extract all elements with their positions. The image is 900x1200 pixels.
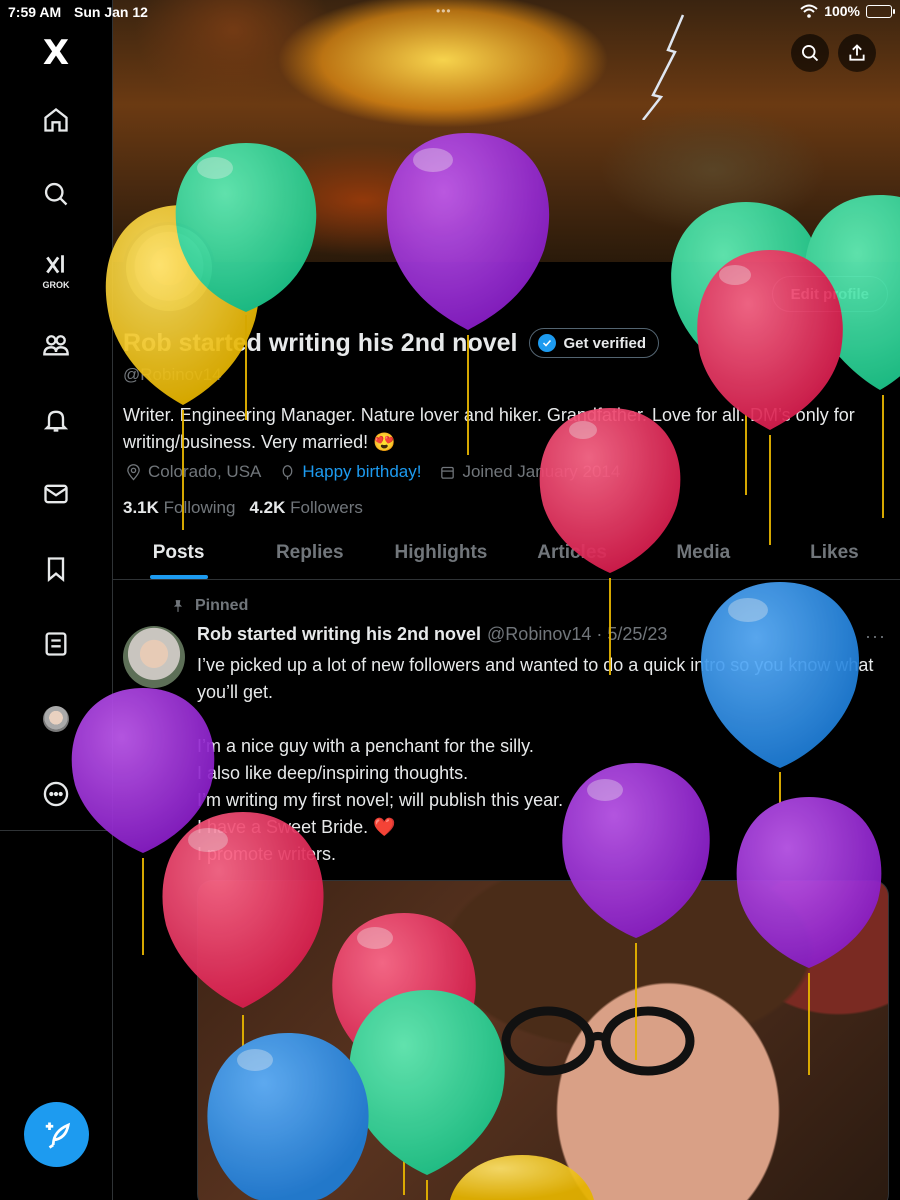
profile-avatar-icon [43, 706, 69, 732]
multitasking-dots[interactable]: ••• [436, 4, 452, 18]
post-header: Rob started writing his 2nd novel @Robin… [197, 624, 667, 645]
pinned-indicator: Pinned [171, 597, 248, 615]
profile-main: Edit profile Rob started writing his 2nd… [113, 0, 900, 1200]
post-line: I’m writing my first novel; will publish… [197, 790, 564, 810]
post-line: I also like deep/inspiring thoughts. [197, 763, 469, 783]
post-more-button[interactable]: ··· [865, 626, 886, 647]
battery-icon [866, 4, 895, 18]
follow-stats: 3.1K Following 4.2K Followers [123, 498, 363, 518]
profile-tabs: Posts Replies Highlights Articles Media … [113, 528, 900, 580]
compose-button[interactable] [24, 1102, 89, 1167]
banner-search-button[interactable] [791, 34, 829, 72]
profile-handle: @Robinov14 [123, 365, 222, 384]
following-link[interactable]: 3.1K Following [123, 498, 235, 518]
status-right: 100% [800, 3, 895, 19]
sidebar-item-bookmarks[interactable] [31, 544, 81, 594]
notifications-icon [43, 410, 69, 432]
sidebar-item-home[interactable] [31, 95, 81, 145]
location-icon [127, 463, 140, 481]
tab-likes[interactable]: Likes [769, 528, 900, 579]
post-line [197, 706, 877, 733]
sidebar-divider [0, 830, 113, 831]
post-media-image[interactable] [197, 880, 889, 1200]
lightning-bolt [642, 14, 685, 120]
tab-posts[interactable]: Posts [113, 528, 244, 579]
post-text: I’ve picked up a lot of new followers an… [197, 652, 877, 868]
location: Colorado, USA [125, 462, 261, 482]
post-line: I’m a nice guy with a penchant for the s… [197, 736, 534, 756]
post-line: I’ve picked up a lot of new followers an… [197, 655, 874, 702]
tab-replies[interactable]: Replies [244, 528, 375, 579]
more-icon [43, 781, 69, 807]
home-icon [44, 108, 68, 132]
profile-avatar[interactable] [123, 222, 215, 314]
share-icon [849, 44, 865, 61]
search-icon [802, 45, 819, 62]
calendar-icon [441, 466, 455, 479]
lists-icon [45, 632, 67, 656]
sidebar: X GROK [0, 0, 113, 1200]
sidebar-item-more[interactable] [31, 769, 81, 819]
sidebar-item-grok[interactable]: GROK [31, 246, 81, 296]
tab-highlights[interactable]: Highlights [375, 528, 506, 579]
sidebar-item-profile[interactable] [31, 694, 81, 744]
birthday[interactable]: Happy birthday! [279, 462, 421, 482]
status-date: Sun Jan 12 [74, 4, 148, 20]
get-verified-button[interactable]: Get verified [529, 328, 660, 358]
battery-percent: 100% [824, 3, 860, 19]
wifi-icon [800, 4, 818, 18]
x-logo[interactable]: X [31, 28, 81, 78]
post-line: I have a Sweet Bride. ❤️ [197, 817, 396, 837]
verified-badge-icon [538, 334, 557, 352]
name-row: Rob started writing his 2nd novel Get ve… [123, 328, 660, 358]
status-bar: 7:59 AM Sun Jan 12 ••• 100% [0, 0, 900, 24]
bookmarks-icon [47, 557, 65, 582]
display-name: Rob started writing his 2nd novel [123, 328, 518, 357]
joined-date: Joined January 2014 [439, 462, 620, 482]
tab-media[interactable]: Media [638, 528, 769, 579]
tab-articles[interactable]: Articles [507, 528, 638, 579]
pin-icon [173, 600, 183, 612]
profile-meta: Colorado, USA Happy birthday! Joined Jan… [125, 462, 620, 482]
post-line: I promote writers. [197, 844, 337, 864]
post-author-name[interactable]: Rob started writing his 2nd novel [197, 624, 481, 645]
post-author-avatar[interactable] [123, 626, 185, 688]
messages-icon [44, 484, 68, 504]
compose-icon [45, 1122, 70, 1149]
edit-profile-button[interactable]: Edit profile [771, 276, 888, 312]
communities-icon [43, 335, 69, 356]
sidebar-item-communities[interactable] [31, 320, 81, 370]
sidebar-item-explore[interactable] [31, 169, 81, 219]
get-verified-label: Get verified [563, 334, 647, 352]
banner-share-button[interactable] [838, 34, 876, 72]
post-meta[interactable]: @Robinov14 · 5/25/23 [487, 624, 667, 645]
glasses-graphic [501, 1006, 695, 1076]
sidebar-item-lists[interactable] [31, 619, 81, 669]
status-time: 7:59 AM [8, 4, 62, 20]
sidebar-item-messages[interactable] [31, 469, 81, 519]
search-icon [44, 182, 68, 206]
sidebar-item-notifications[interactable] [31, 395, 81, 445]
profile-banner[interactable] [113, 0, 900, 262]
profile-bio: Writer. Engineering Manager. Nature love… [123, 405, 855, 452]
grok-icon [46, 255, 64, 274]
balloon-icon [283, 464, 293, 480]
followers-link[interactable]: 4.2K Followers [249, 498, 362, 518]
